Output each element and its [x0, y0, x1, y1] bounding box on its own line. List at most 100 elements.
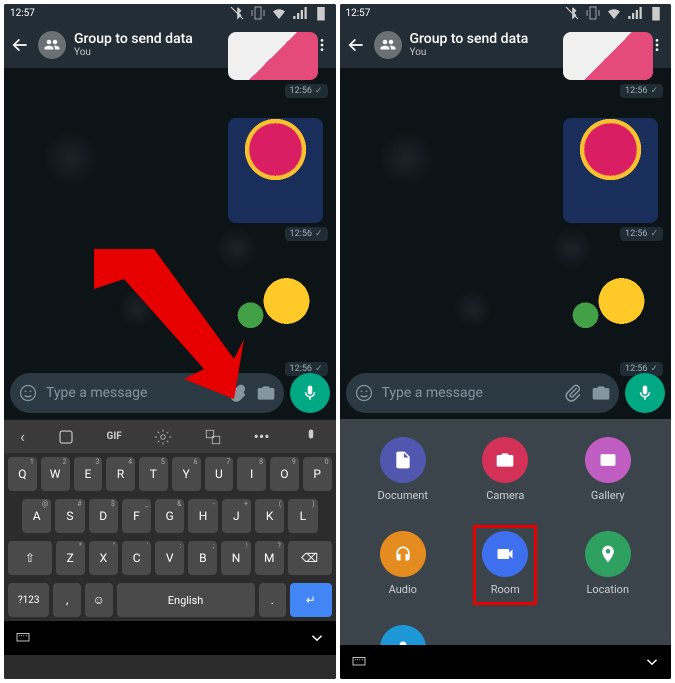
shift-key[interactable]: ⇧: [8, 541, 52, 575]
key[interactable]: D$: [89, 499, 118, 533]
keyboard-hide-icon[interactable]: [14, 629, 32, 647]
period-key[interactable]: .: [259, 583, 287, 617]
bt-off-icon: [228, 4, 246, 22]
back-button[interactable]: [346, 35, 366, 55]
message-sticker[interactable]: 12:56✓: [228, 118, 328, 241]
sticker-image: [563, 32, 653, 80]
more-icon[interactable]: •••: [253, 427, 269, 446]
group-icon: [43, 36, 61, 54]
keyboard: ‹ GIF ••• Q1W2E3R4T5Y6U7I8O9P0 A@S#D$F_G…: [4, 419, 336, 679]
attach-icon[interactable]: [563, 383, 583, 403]
key[interactable]: V:: [155, 541, 184, 575]
keyboard-row: A@S#D$F_G&H-J+K(L): [4, 495, 336, 537]
attach-camera[interactable]: Camera: [482, 437, 528, 502]
backspace-key[interactable]: ⌫: [288, 541, 332, 575]
key[interactable]: T5: [139, 457, 168, 491]
attach-location[interactable]: Location: [585, 531, 631, 596]
mic-icon[interactable]: [302, 428, 320, 446]
key[interactable]: J+: [222, 499, 251, 533]
translate-icon[interactable]: [204, 428, 222, 446]
chat-area[interactable]: 12:56✓ 12:56✓ 12:56✓: [340, 68, 672, 369]
key[interactable]: A@: [22, 499, 51, 533]
chat-title-block[interactable]: Group to send data You: [74, 32, 234, 57]
sticker-image: [563, 118, 658, 223]
wifi-icon: [605, 4, 623, 22]
group-avatar[interactable]: [38, 31, 66, 59]
attach-gallery[interactable]: Gallery: [585, 437, 631, 502]
key[interactable]: L): [288, 499, 317, 533]
key[interactable]: Z*: [56, 541, 85, 575]
key[interactable]: U7: [205, 457, 234, 491]
camera-icon[interactable]: [256, 383, 276, 403]
symbols-key[interactable]: ?123: [8, 583, 49, 617]
message-input[interactable]: Type a message: [382, 385, 556, 401]
key[interactable]: Y6: [172, 457, 201, 491]
key[interactable]: Q1: [8, 457, 37, 491]
key[interactable]: M?: [255, 541, 284, 575]
key[interactable]: G&: [155, 499, 184, 533]
key[interactable]: W2: [41, 457, 70, 491]
attachment-sheet: Document Camera Gallery Audio Room Locat…: [340, 419, 672, 645]
emoji-icon[interactable]: [18, 383, 38, 403]
message-sticker[interactable]: 12:56✓: [228, 32, 328, 98]
key[interactable]: E3: [74, 457, 103, 491]
chat-title: Group to send data: [410, 32, 570, 47]
status-bar: 12:57: [340, 4, 672, 22]
key[interactable]: I8: [237, 457, 266, 491]
space-key[interactable]: English: [117, 583, 255, 617]
nav-bar: [340, 645, 672, 679]
group-avatar[interactable]: [374, 31, 402, 59]
chat-title-block[interactable]: Group to send data You: [410, 32, 570, 57]
chat-title: Group to send data: [74, 32, 234, 47]
comma-key[interactable]: ,: [53, 583, 81, 617]
chevron-down-icon[interactable]: [643, 653, 661, 671]
back-button[interactable]: [10, 35, 30, 55]
status-bar: 12:57: [4, 4, 336, 22]
enter-key[interactable]: ↵: [290, 583, 331, 617]
mic-button[interactable]: [625, 373, 665, 413]
key[interactable]: K(: [255, 499, 284, 533]
gallery-icon: [598, 450, 618, 470]
chevron-down-icon[interactable]: [308, 629, 326, 647]
gif-icon[interactable]: GIF: [107, 431, 122, 442]
keyboard-hide-icon[interactable]: [350, 653, 368, 671]
attach-document[interactable]: Document: [378, 437, 428, 502]
keyboard-row: Q1W2E3R4T5Y6U7I8O9P0: [4, 453, 336, 495]
status-time: 12:57: [346, 8, 371, 19]
emoji-icon[interactable]: [354, 383, 374, 403]
camera-icon[interactable]: [591, 383, 611, 403]
message-sticker[interactable]: 12:56✓: [563, 263, 663, 376]
key[interactable]: N!: [221, 541, 250, 575]
status-icons: [228, 4, 330, 22]
battery-icon: [647, 4, 665, 22]
message-time: 12:56✓: [620, 84, 663, 98]
headphones-icon: [393, 544, 413, 564]
key[interactable]: C': [122, 541, 151, 575]
keyboard-row: ?123,☺English.↵: [4, 579, 336, 621]
chat-subtitle: You: [74, 48, 234, 58]
arrow-left-icon: [10, 35, 30, 55]
kb-collapse-icon[interactable]: ‹: [20, 427, 25, 446]
keyboard-bottombar: [4, 621, 336, 655]
key[interactable]: S#: [55, 499, 84, 533]
mic-button[interactable]: [290, 373, 330, 413]
message-sticker[interactable]: 12:56✓: [563, 32, 663, 98]
key[interactable]: R4: [106, 457, 135, 491]
sticker-icon[interactable]: [57, 428, 75, 446]
screenshot-right: 12:57 Group to send data You 12:56✓: [340, 4, 672, 679]
key[interactable]: F_: [122, 499, 151, 533]
key[interactable]: H-: [188, 499, 217, 533]
camera-icon: [495, 450, 515, 470]
key[interactable]: P0: [303, 457, 332, 491]
message-sticker[interactable]: 12:56✓: [563, 118, 663, 241]
key[interactable]: X": [89, 541, 118, 575]
annotation-highlight: [473, 525, 537, 605]
key[interactable]: B;: [188, 541, 217, 575]
emoji-key[interactable]: ☺: [85, 583, 113, 617]
attach-audio[interactable]: Audio: [380, 531, 426, 596]
gear-icon[interactable]: [154, 428, 172, 446]
attach-room[interactable]: Room: [482, 531, 528, 596]
status-time: 12:57: [10, 8, 35, 19]
keyboard-topbar: ‹ GIF •••: [4, 419, 336, 453]
key[interactable]: O9: [270, 457, 299, 491]
